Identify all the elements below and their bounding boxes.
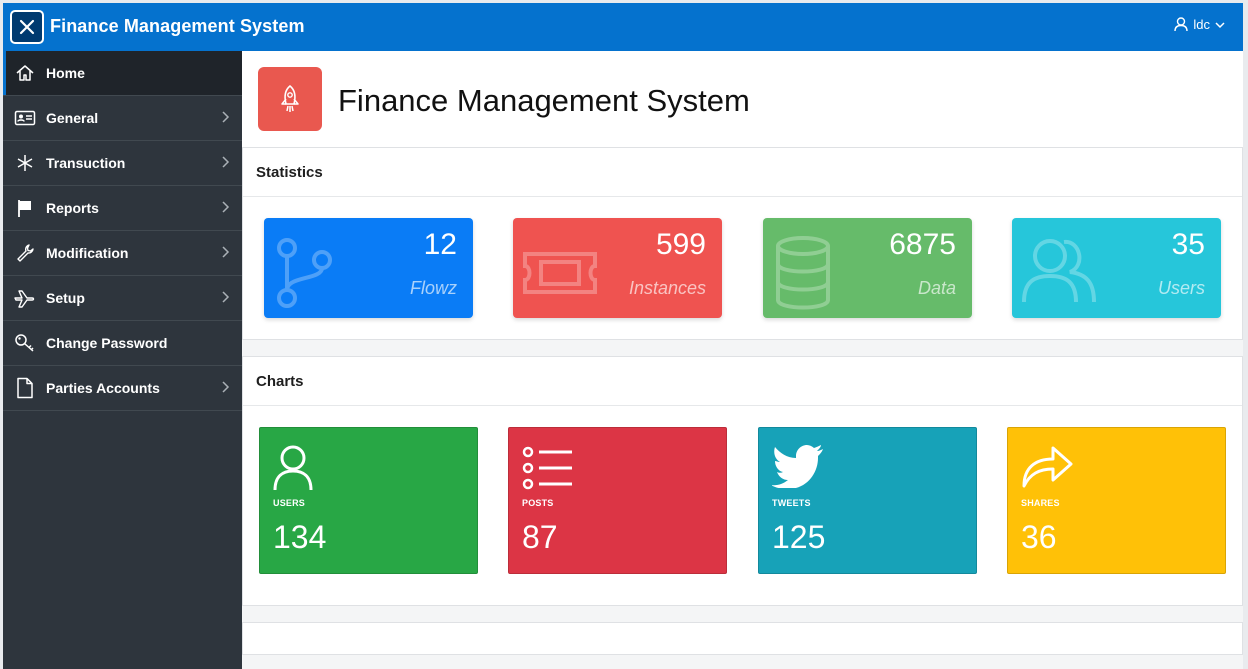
chart-label: SHARES — [1021, 498, 1060, 508]
chevron-right-icon — [222, 111, 230, 123]
chart-value: 36 — [1021, 519, 1057, 555]
empty-region — [242, 622, 1243, 655]
sidebar-item-label: Reports — [46, 200, 99, 216]
chart-card-shares[interactable]: SHARES 36 — [1007, 427, 1226, 574]
region-title: Statistics — [243, 148, 1242, 197]
username: ldc — [1193, 17, 1210, 32]
menu-toggle-button[interactable] — [10, 10, 44, 44]
statistics-region: Statistics 12 Flowz 599 Instances 6875 D… — [242, 147, 1243, 340]
sidebar-item-home[interactable]: Home — [3, 51, 242, 96]
page-header: Finance Management System — [242, 51, 1243, 147]
twitter-icon — [772, 445, 823, 488]
close-icon — [19, 19, 35, 35]
list-icon — [522, 446, 572, 490]
page-title: Finance Management System — [338, 83, 750, 118]
stat-label: Flowz — [409, 278, 457, 298]
sidebar-item-label: Transuction — [46, 155, 126, 171]
sidebar: Home General Transuction Reports Modific… — [3, 51, 242, 669]
share-icon — [1022, 446, 1073, 488]
stat-card-data[interactable]: 6875 Data — [763, 218, 972, 318]
users-icon — [1022, 239, 1096, 303]
sidebar-item-modification[interactable]: Modification — [3, 231, 242, 276]
chart-value: 125 — [772, 519, 826, 555]
chevron-right-icon — [222, 201, 230, 213]
database-icon — [776, 236, 830, 310]
stat-label: Instances — [628, 278, 706, 298]
stat-value: 599 — [655, 228, 706, 261]
sidebar-item-label: Home — [46, 65, 85, 81]
chart-card-posts[interactable]: POSTS 87 — [508, 427, 727, 574]
region-title: Charts — [243, 357, 1242, 406]
main-content: Finance Management System Statistics 12 … — [242, 51, 1243, 669]
sidebar-item-reports[interactable]: Reports — [3, 186, 242, 231]
stat-label: Data — [917, 278, 956, 298]
stat-value: 12 — [423, 228, 457, 261]
charts-region: Charts USERS 134 POSTS 87 TWEETS 125 SHA… — [242, 356, 1243, 606]
chevron-right-icon — [222, 291, 230, 303]
wrench-icon — [3, 243, 46, 263]
stat-label: Users — [1157, 278, 1205, 298]
sidebar-item-label: Change Password — [46, 335, 168, 351]
chevron-right-icon — [222, 156, 230, 168]
user-menu[interactable]: ldc — [1174, 17, 1225, 32]
rocket-icon — [281, 84, 299, 112]
key-icon — [3, 333, 46, 353]
sidebar-item-parties-accounts[interactable]: Parties Accounts — [3, 366, 242, 411]
chart-card-tweets[interactable]: TWEETS 125 — [758, 427, 977, 574]
stat-card-users[interactable]: 35 Users — [1012, 218, 1221, 318]
sidebar-item-label: Setup — [46, 290, 85, 306]
sidebar-item-label: Modification — [46, 245, 129, 261]
ticket-icon — [523, 252, 597, 294]
app-title[interactable]: Finance Management System — [50, 16, 305, 37]
chart-label: TWEETS — [772, 498, 811, 508]
stat-value: 6875 — [889, 228, 956, 261]
asterisk-icon — [3, 153, 46, 173]
branch-icon — [277, 238, 332, 308]
sidebar-item-setup[interactable]: Setup — [3, 276, 242, 321]
app-logo — [258, 67, 322, 131]
chart-card-users[interactable]: USERS 134 — [259, 427, 478, 574]
file-icon — [3, 377, 46, 399]
chart-label: USERS — [273, 498, 306, 508]
stat-card-flowz[interactable]: 12 Flowz — [264, 218, 473, 318]
id-card-icon — [3, 109, 46, 127]
sidebar-item-label: Parties Accounts — [46, 380, 160, 396]
chevron-down-icon — [1215, 21, 1225, 28]
chevron-right-icon — [222, 381, 230, 393]
stat-value: 35 — [1171, 228, 1205, 261]
user-icon — [1174, 17, 1189, 32]
sidebar-item-label: General — [46, 110, 99, 126]
chart-value: 134 — [273, 519, 327, 555]
stat-card-instances[interactable]: 599 Instances — [513, 218, 722, 318]
top-navigation-bar: Finance Management System ldc — [3, 3, 1243, 51]
chart-value: 87 — [522, 519, 558, 555]
sidebar-item-change-password[interactable]: Change Password — [3, 321, 242, 366]
user-icon — [273, 445, 313, 491]
chart-label: POSTS — [522, 498, 554, 508]
plane-icon — [3, 288, 46, 308]
flag-icon — [3, 198, 46, 218]
sidebar-item-transuction[interactable]: Transuction — [3, 141, 242, 186]
sidebar-item-general[interactable]: General — [3, 96, 242, 141]
chevron-right-icon — [222, 246, 230, 258]
home-icon — [3, 63, 46, 83]
